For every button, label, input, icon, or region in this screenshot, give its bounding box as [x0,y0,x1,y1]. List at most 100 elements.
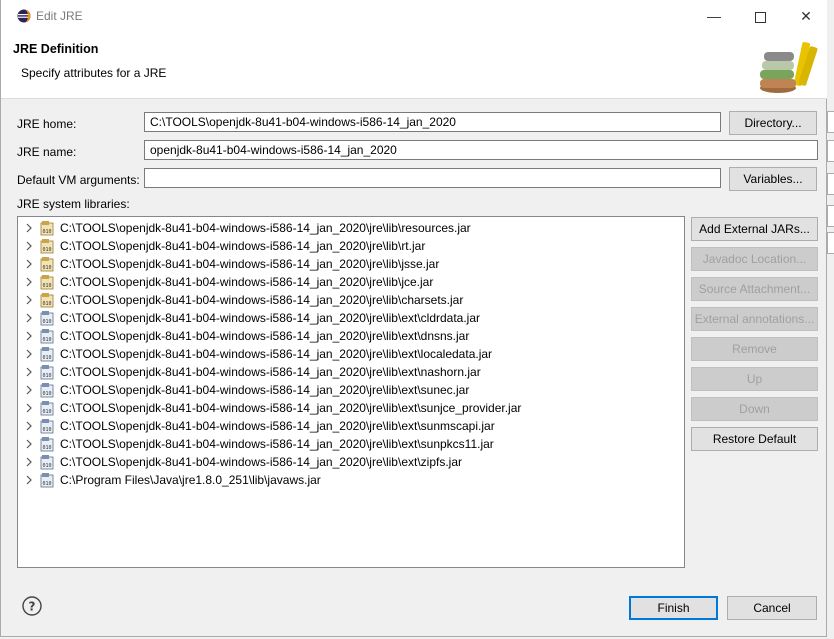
svg-text:010: 010 [42,265,51,271]
svg-text:010: 010 [42,229,51,235]
close-icon: ✕ [800,8,812,24]
svg-text:010: 010 [42,463,51,469]
minimize-icon: — [707,8,721,24]
svg-text:010: 010 [42,409,51,415]
system-libraries-label: JRE system libraries: [17,197,130,211]
svg-text:010: 010 [42,373,51,379]
jar-source-icon: 010 [40,239,54,254]
chevron-right-icon[interactable] [24,312,34,324]
chevron-right-icon[interactable] [24,366,34,378]
chevron-right-icon[interactable] [24,402,34,414]
chevron-right-icon[interactable] [24,330,34,342]
library-path: C:\TOOLS\openjdk-8u41-b04-windows-i586-1… [60,455,462,469]
library-books-icon [760,42,818,93]
jar-binary-icon: 010 [40,419,54,434]
chevron-right-icon[interactable] [24,348,34,360]
chevron-right-icon[interactable] [24,222,34,234]
svg-text:?: ? [29,600,36,614]
edit-jre-dialog: Edit JRE — ✕ JRE Definition Specify attr… [0,0,828,637]
library-row[interactable]: 010 C:\TOOLS\openjdk-8u41-b04-windows-i58… [18,291,684,309]
close-button[interactable]: ✕ [783,0,829,32]
maximize-button[interactable] [737,0,783,32]
library-path: C:\TOOLS\openjdk-8u41-b04-windows-i586-1… [60,383,470,397]
variables-button[interactable]: Variables... [729,167,817,191]
library-row[interactable]: 010 C:\TOOLS\openjdk-8u41-b04-windows-i58… [18,309,684,327]
library-row[interactable]: 010 C:\TOOLS\openjdk-8u41-b04-windows-i58… [18,435,684,453]
library-row[interactable]: 010 C:\TOOLS\openjdk-8u41-b04-windows-i58… [18,363,684,381]
chevron-right-icon[interactable] [24,276,34,288]
jar-source-icon: 010 [40,257,54,272]
help-icon[interactable]: ? [22,596,42,616]
chevron-right-icon[interactable] [24,456,34,468]
external-annotations-button[interactable]: External annotations... [691,307,818,331]
chevron-right-icon[interactable] [24,438,34,450]
library-path: C:\TOOLS\openjdk-8u41-b04-windows-i586-1… [60,419,495,433]
library-path: C:\TOOLS\openjdk-8u41-b04-windows-i586-1… [60,275,434,289]
down-button[interactable]: Down [691,397,818,421]
library-row[interactable]: 010 C:\TOOLS\openjdk-8u41-b04-windows-i58… [18,417,684,435]
library-path: C:\TOOLS\openjdk-8u41-b04-windows-i586-1… [60,347,493,361]
background-window-edge [827,0,834,639]
library-path: C:\TOOLS\openjdk-8u41-b04-windows-i586-1… [60,401,522,415]
library-row[interactable]: 010 C:\TOOLS\openjdk-8u41-b04-windows-i58… [18,273,684,291]
library-row[interactable]: 010 C:\TOOLS\openjdk-8u41-b04-windows-i58… [18,327,684,345]
chevron-right-icon[interactable] [24,474,34,486]
jar-binary-icon: 010 [40,329,54,344]
system-libraries-tree[interactable]: 010 C:\TOOLS\openjdk-8u41-b04-windows-i58… [17,216,685,568]
jar-binary-icon: 010 [40,455,54,470]
chevron-right-icon[interactable] [24,240,34,252]
jre-name-label: JRE name: [17,145,77,159]
source-attachment-button[interactable]: Source Attachment... [691,277,818,301]
library-path: C:\TOOLS\openjdk-8u41-b04-windows-i586-1… [60,257,440,271]
library-path: C:\TOOLS\openjdk-8u41-b04-windows-i586-1… [60,437,494,451]
library-path: C:\TOOLS\openjdk-8u41-b04-windows-i586-1… [60,311,481,325]
restore-default-button[interactable]: Restore Default [691,427,818,451]
window-title: Edit JRE [36,9,83,23]
library-row[interactable]: 010 C:\TOOLS\openjdk-8u41-b04-windows-i58… [18,453,684,471]
library-row[interactable]: 010 C:\TOOLS\openjdk-8u41-b04-windows-i58… [18,237,684,255]
svg-text:010: 010 [42,319,51,325]
svg-text:010: 010 [42,481,51,487]
library-row[interactable]: 010 C:\TOOLS\openjdk-8u41-b04-windows-i58… [18,345,684,363]
library-path: C:\Program Files\Java\jre1.8.0_251\lib\j… [60,473,321,487]
up-button[interactable]: Up [691,367,818,391]
svg-text:010: 010 [42,445,51,451]
directory-button[interactable]: Directory... [729,111,817,135]
header-subtitle: Specify attributes for a JRE [21,66,167,80]
vm-arguments-label: Default VM arguments: [17,173,140,187]
jar-binary-icon: 010 [40,311,54,326]
javadoc-location-button[interactable]: Javadoc Location... [691,247,818,271]
title-bar: Edit JRE — ✕ [1,0,828,32]
library-row[interactable]: 010 C:\TOOLS\openjdk-8u41-b04-windows-i58… [18,219,684,237]
jre-home-field[interactable]: C:\TOOLS\openjdk-8u41-b04-windows-i586-1… [144,112,721,132]
jar-binary-icon: 010 [40,383,54,398]
chevron-right-icon[interactable] [24,294,34,306]
chevron-right-icon[interactable] [24,258,34,270]
svg-text:010: 010 [42,301,51,307]
eclipse-icon [17,9,31,23]
vm-arguments-field[interactable] [144,168,721,188]
header-title: JRE Definition [13,42,99,56]
jre-name-field[interactable]: openjdk-8u41-b04-windows-i586-14_jan_202… [144,140,818,160]
library-row[interactable]: 010 C:\TOOLS\openjdk-8u41-b04-windows-i58… [18,399,684,417]
library-row[interactable]: 010 C:\TOOLS\openjdk-8u41-b04-windows-i58… [18,255,684,273]
remove-button[interactable]: Remove [691,337,818,361]
chevron-right-icon[interactable] [24,420,34,432]
library-row[interactable]: 010 C:\TOOLS\openjdk-8u41-b04-windows-i58… [18,381,684,399]
jar-binary-icon: 010 [40,473,54,488]
cancel-button[interactable]: Cancel [727,596,817,620]
dialog-header: JRE Definition Specify attributes for a … [1,32,828,99]
library-path: C:\TOOLS\openjdk-8u41-b04-windows-i586-1… [60,239,426,253]
add-external-jars-button[interactable]: Add External JARs... [691,217,818,241]
jar-source-icon: 010 [40,293,54,308]
library-row[interactable]: 010 C:\Program Files\Java\jre1.8.0_251\li… [18,471,684,489]
maximize-icon [754,11,766,23]
svg-text:010: 010 [42,337,51,343]
chevron-right-icon[interactable] [24,384,34,396]
svg-text:010: 010 [42,427,51,433]
jar-source-icon: 010 [40,221,54,236]
minimize-button[interactable]: — [691,0,737,32]
jar-binary-icon: 010 [40,365,54,380]
svg-text:010: 010 [42,247,51,253]
finish-button[interactable]: Finish [629,596,718,620]
